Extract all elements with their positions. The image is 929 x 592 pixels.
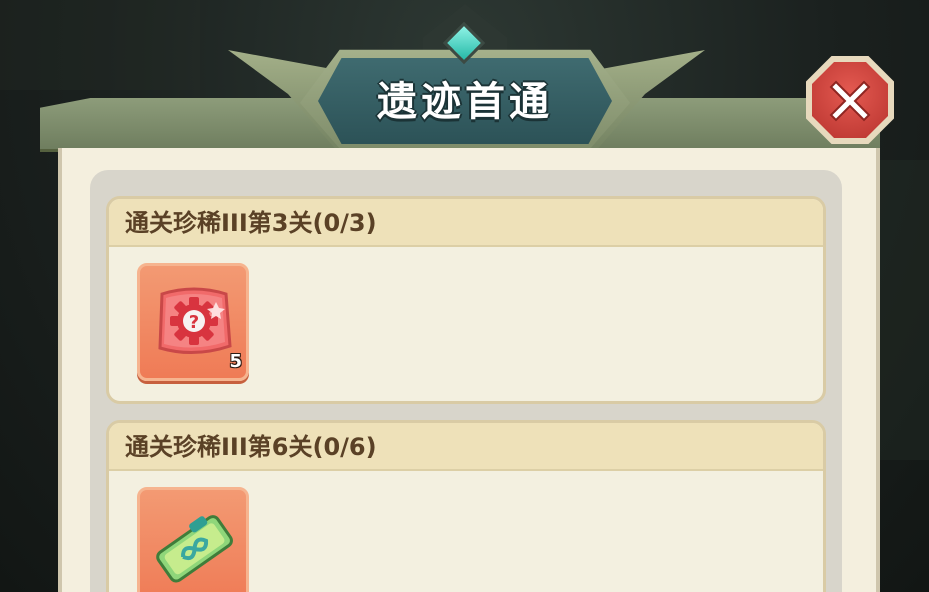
close-button[interactable] (806, 56, 894, 144)
close-button-face (812, 62, 888, 138)
task-label: 通关珍稀III第6关(0/6) (109, 423, 823, 471)
dialog-title: 遗迹首通 (377, 79, 553, 125)
task-label: 通关珍稀III第3关(0/3) (109, 199, 823, 247)
svg-text:?: ? (189, 312, 199, 333)
close-x-icon (829, 80, 871, 122)
reward-count: 5 (229, 351, 242, 372)
task-card: 通关珍稀III第6关(0/6) (106, 420, 826, 592)
jade-ticket-icon (156, 515, 233, 583)
reward-item[interactable] (137, 487, 249, 592)
task-card: 通关珍稀III第3关(0/3) ? 5 (106, 196, 826, 404)
reward-item[interactable]: ? 5 (137, 263, 249, 381)
background-shape (0, 0, 200, 90)
mystery-gear-scroll-icon: ? (158, 287, 232, 355)
game-screen: 遗迹首通 通关珍稀III第3关(0/3) ? 5 通关珍稀III第6关(0/6) (0, 0, 929, 592)
